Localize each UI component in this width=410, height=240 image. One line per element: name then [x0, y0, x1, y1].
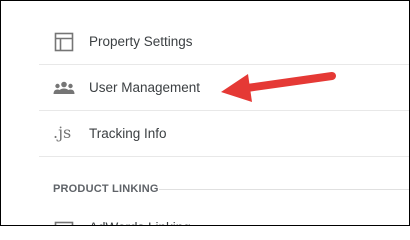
nav-item-label: Property Settings [89, 34, 193, 49]
nav-item-adwords-linking[interactable]: AdWords Linking [39, 213, 409, 225]
nav-item-tracking-info[interactable]: .js Tracking Info [39, 111, 409, 157]
section-heading: PRODUCT LINKING [53, 183, 159, 195]
property-settings-icon [53, 31, 75, 53]
nav-item-property-settings[interactable]: Property Settings [39, 19, 409, 65]
nav-item-label: AdWords Linking [89, 213, 191, 225]
nav-item-label: User Management [89, 80, 201, 95]
users-icon [53, 77, 75, 99]
adwords-icon [53, 220, 75, 225]
product-linking-section: PRODUCT LINKING [39, 177, 409, 201]
section-divider [159, 189, 409, 190]
nav-item-user-management[interactable]: User Management [39, 65, 409, 111]
nav-item-label: Tracking Info [89, 126, 167, 141]
screenshot-frame: Property Settings User Management .js Tr… [0, 0, 410, 226]
js-icon: .js [53, 123, 72, 142]
admin-property-panel: Property Settings User Management .js Tr… [39, 1, 409, 225]
